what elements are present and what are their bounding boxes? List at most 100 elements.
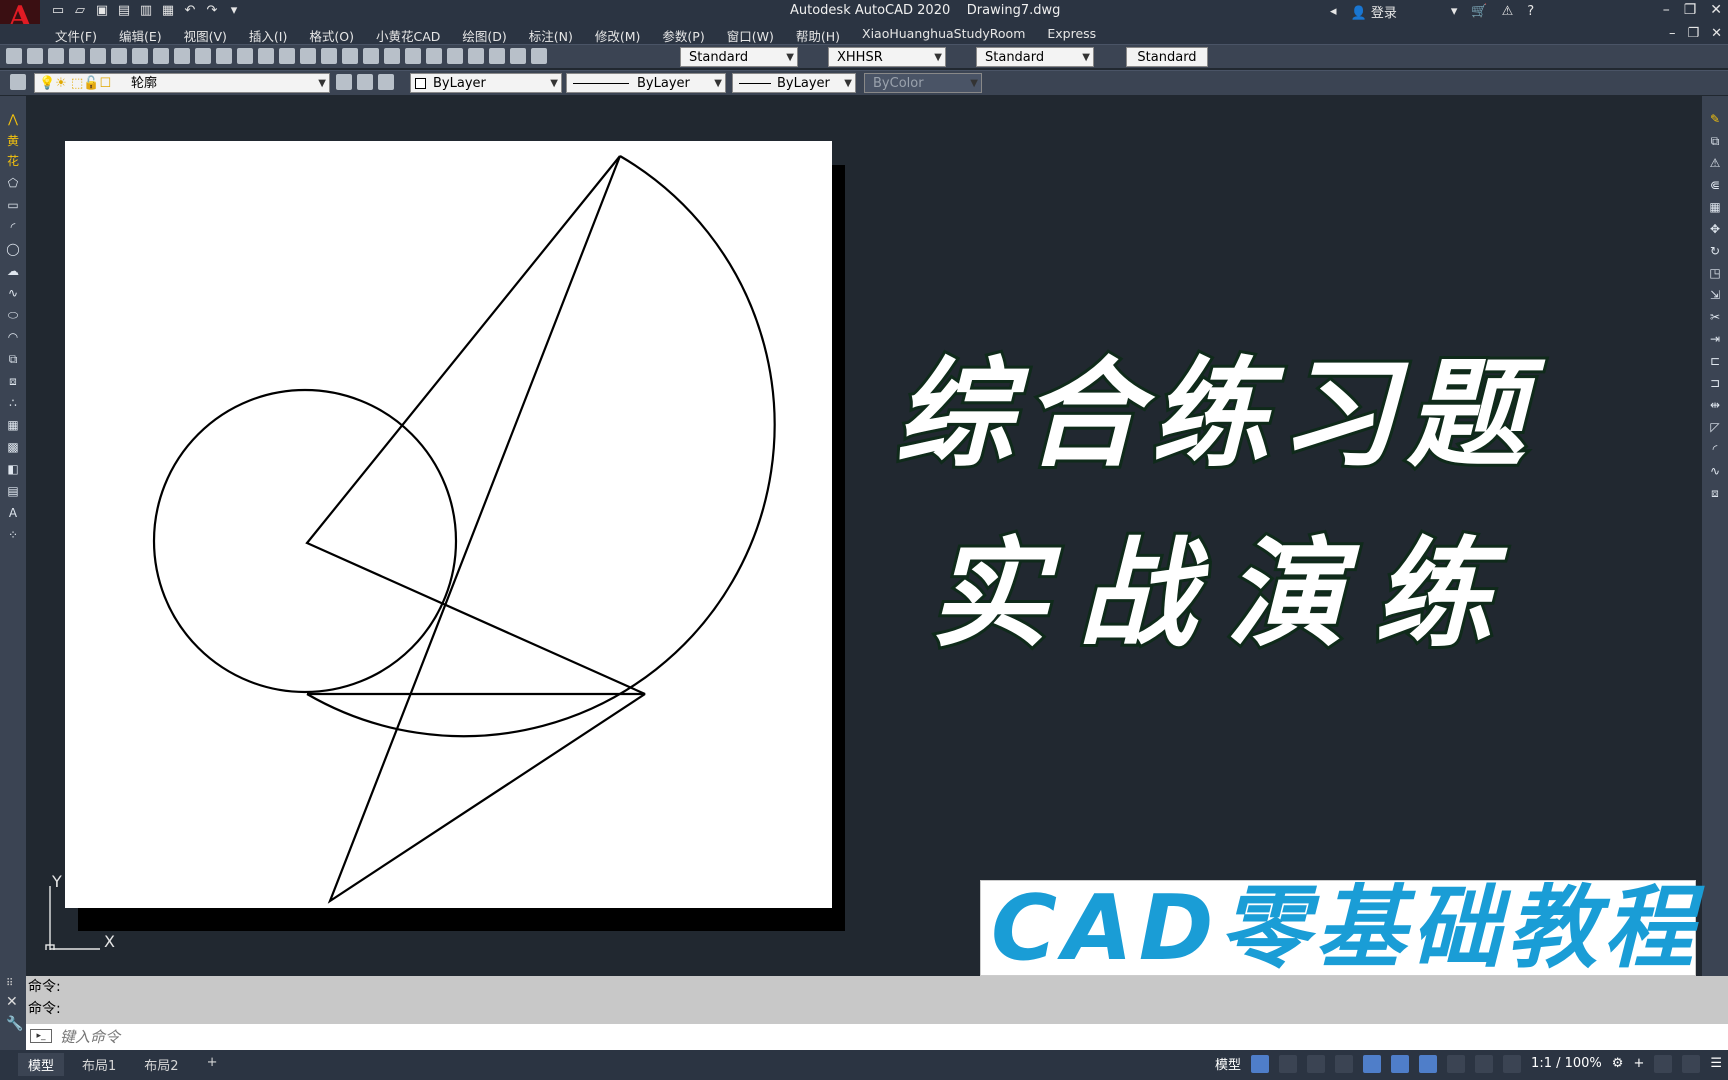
paste-icon[interactable] xyxy=(195,48,211,64)
make-block-icon[interactable]: ⧈ xyxy=(5,374,21,388)
long-triangle-polyline[interactable] xyxy=(327,155,646,904)
3d-print-icon[interactable] xyxy=(132,48,148,64)
annotation-scale-icon[interactable] xyxy=(1503,1054,1522,1073)
dim-style-select[interactable]: XHHSR ▼ xyxy=(828,47,946,67)
snap-toggle-icon[interactable] xyxy=(1279,1054,1298,1073)
grid-toggle-icon[interactable] xyxy=(1251,1054,1270,1073)
print-icon[interactable]: ▦ xyxy=(160,2,176,18)
polygon-icon[interactable]: ⬠ xyxy=(5,176,21,190)
new-file-icon[interactable]: ▭ xyxy=(50,2,66,18)
plus-icon[interactable]: + xyxy=(1633,1056,1644,1071)
color-select[interactable]: ByLayer ▼ xyxy=(410,73,562,93)
trim-icon[interactable]: ✂ xyxy=(1707,310,1723,324)
ellipse-arc-icon[interactable]: ◠ xyxy=(5,330,21,344)
spline-icon[interactable]: ∿ xyxy=(5,286,21,300)
model-space-button[interactable]: 模型 xyxy=(1215,1054,1241,1073)
menu-modify[interactable]: 修改(M) xyxy=(595,26,641,45)
menu-window[interactable]: 窗口(W) xyxy=(727,26,774,45)
table-icon[interactable]: ▤ xyxy=(5,484,21,498)
arc-icon[interactable]: ◜ xyxy=(5,220,21,234)
region-icon[interactable]: ◧ xyxy=(5,462,21,476)
extend-icon[interactable]: ⇥ xyxy=(1707,332,1723,346)
menu-express[interactable]: Express xyxy=(1047,26,1096,45)
tab-layout2[interactable]: 布局2 xyxy=(134,1053,188,1076)
menu-insert[interactable]: 插入(I) xyxy=(249,26,287,45)
menu-xhh-cad[interactable]: 小黄花CAD xyxy=(376,26,440,45)
lineweight-select[interactable]: ByLayer ▼ xyxy=(732,73,856,93)
lineweight-toggle-icon[interactable] xyxy=(1419,1054,1438,1073)
table-style-select[interactable]: Standard ▼ xyxy=(976,47,1094,67)
join-icon[interactable]: ⇹ xyxy=(1707,398,1723,412)
polar-toggle-icon[interactable] xyxy=(1335,1054,1354,1073)
large-arc[interactable] xyxy=(306,155,776,738)
linetype-select[interactable]: ByLayer ▼ xyxy=(566,73,726,93)
autodesk-app-icon[interactable]: ⚠ xyxy=(1502,4,1514,19)
search-icon[interactable]: ◂ xyxy=(1330,4,1337,19)
sheet-set-icon[interactable] xyxy=(447,48,463,64)
cut-icon[interactable] xyxy=(153,48,169,64)
rectangle-icon[interactable]: ▭ xyxy=(5,198,21,212)
restore-icon[interactable]: ❐ xyxy=(1684,2,1697,18)
multileader-style-select[interactable]: Standard xyxy=(1126,47,1208,67)
add-selected-icon[interactable]: ⁘ xyxy=(5,528,21,542)
point-icon[interactable]: ∴ xyxy=(5,396,21,410)
publish-icon[interactable]: ▥ xyxy=(138,2,154,18)
layer-previous-icon[interactable] xyxy=(357,74,373,90)
close-command-icon[interactable]: ✕ xyxy=(6,994,18,1010)
layer-state-icon[interactable] xyxy=(378,74,394,90)
calculator-icon[interactable] xyxy=(489,48,505,64)
close-icon[interactable]: ✕ xyxy=(1710,2,1722,18)
zoom-realtime-icon[interactable] xyxy=(321,48,337,64)
menu-format[interactable]: 格式(O) xyxy=(309,26,354,45)
drawing-sheet[interactable] xyxy=(65,141,832,908)
circle-icon[interactable]: ◯ xyxy=(5,242,21,256)
isodraft-toggle-icon[interactable] xyxy=(1363,1054,1382,1073)
doc-close-icon[interactable]: ✕ xyxy=(1711,26,1722,41)
triangle-polyline[interactable] xyxy=(305,155,646,696)
grip-icon[interactable]: ⠿ xyxy=(6,978,13,989)
fillet-icon[interactable]: ◜ xyxy=(1707,442,1723,456)
text-style-select[interactable]: Standard ▼ xyxy=(680,47,798,67)
open-file-icon[interactable]: ▱ xyxy=(72,2,88,18)
tab-model[interactable]: 模型 xyxy=(18,1053,65,1076)
layer-select[interactable]: 💡☀ ⬚🔓☐ 轮廓 ▼ xyxy=(34,73,330,93)
help-tool-icon[interactable] xyxy=(510,48,526,64)
menu-help[interactable]: 帮助(H) xyxy=(796,26,840,45)
copy-object-icon[interactable]: ⧉ xyxy=(1707,134,1723,148)
command-input[interactable]: ▸_ 键入命令 xyxy=(26,1024,1728,1050)
xhh-yellow-label[interactable]: 黄 xyxy=(5,134,21,148)
zoom-window-icon[interactable] xyxy=(342,48,358,64)
doc-minimize-icon[interactable]: – xyxy=(1669,26,1676,41)
offset-icon[interactable]: ⋐ xyxy=(1707,178,1723,192)
redo-tool-icon[interactable] xyxy=(279,48,295,64)
tab-layout1[interactable]: 布局1 xyxy=(72,1053,126,1076)
xhh-flower-label[interactable]: 花 xyxy=(5,154,21,168)
menu-edit[interactable]: 编辑(E) xyxy=(119,26,162,45)
stretch-icon[interactable]: ⇲ xyxy=(1707,288,1723,302)
isolate-objects-icon[interactable] xyxy=(1654,1054,1673,1073)
annotation-visibility-icon[interactable] xyxy=(1447,1054,1466,1073)
plot-icon[interactable] xyxy=(69,48,85,64)
osnap-toggle-icon[interactable] xyxy=(1391,1054,1410,1073)
save-as-icon[interactable]: ▤ xyxy=(116,2,132,18)
menu-studyroom[interactable]: XiaoHuanghuaStudyRoom xyxy=(862,26,1025,45)
markup-icon[interactable] xyxy=(468,48,484,64)
erase-icon[interactable]: ✎ xyxy=(1707,112,1723,126)
block-editor-icon[interactable] xyxy=(237,48,253,64)
menu-parametric[interactable]: 参数(P) xyxy=(662,26,704,45)
menu-view[interactable]: 视图(V) xyxy=(184,26,227,45)
match-properties-icon[interactable] xyxy=(216,48,232,64)
properties-icon[interactable] xyxy=(384,48,400,64)
publish-icon-2[interactable] xyxy=(111,48,127,64)
copy-icon[interactable] xyxy=(174,48,190,64)
break-icon[interactable]: ⊐ xyxy=(1707,376,1723,390)
save-icon[interactable]: ▣ xyxy=(94,2,110,18)
pan-icon[interactable] xyxy=(300,48,316,64)
wrench-icon[interactable]: 🔧 xyxy=(6,1016,23,1032)
design-center-icon[interactable] xyxy=(405,48,421,64)
menu-icon[interactable]: ☰ xyxy=(1710,1056,1722,1071)
redo-icon[interactable]: ↷ xyxy=(204,2,220,18)
menu-file[interactable]: 文件(F) xyxy=(55,26,97,45)
hatch-icon[interactable]: ▦ xyxy=(5,418,21,432)
scale-icon[interactable]: ◳ xyxy=(1707,266,1723,280)
